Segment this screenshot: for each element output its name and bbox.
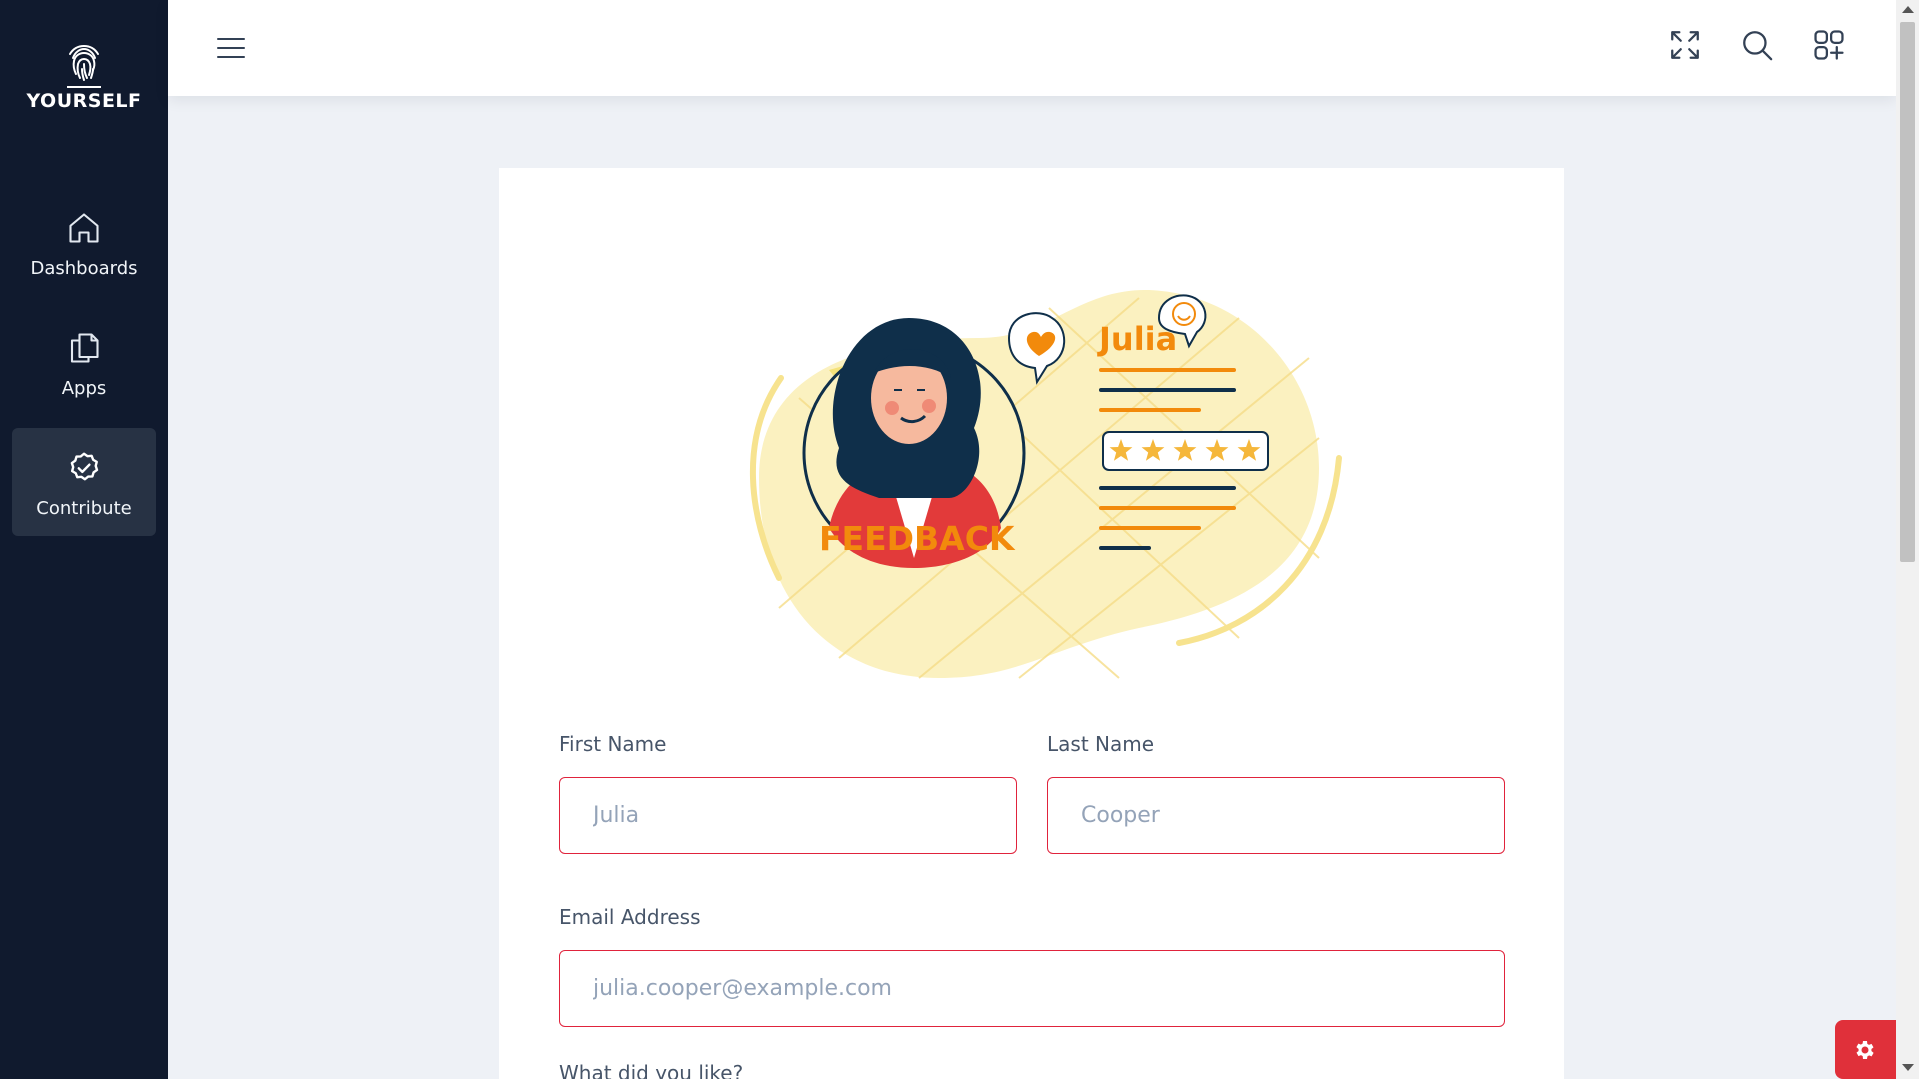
sidebar-item-label: Contribute [36,498,132,519]
brand-name: YOURSELF [26,90,142,112]
apps-menu-button[interactable] [1812,28,1852,68]
sidebar: YOURSELF Dashboards Apps Contribute [0,0,168,1079]
illustration-title: FEEDBACK [819,519,1016,558]
sidebar-item-label: Dashboards [30,258,138,279]
scroll-down-arrow[interactable] [1902,1064,1914,1071]
search-button[interactable] [1740,28,1780,68]
scroll-up-arrow[interactable] [1902,6,1914,13]
fingerprint-icon [69,44,99,81]
feedback-card: Julia FEEDBACK First Name Last Name Emai… [499,168,1564,1079]
brand-logo[interactable]: YOURSELF [0,44,168,112]
apps-add-icon [1814,30,1844,60]
sidebar-item-apps[interactable]: Apps [12,308,156,416]
settings-button[interactable] [1835,1020,1896,1079]
check-circle-icon [70,452,99,481]
illustration-name: Julia [1097,320,1177,358]
hamburger-menu-icon [217,38,245,58]
fullscreen-button[interactable] [1668,28,1708,68]
first-name-label: First Name [559,732,667,756]
liked-label: What did you like? [559,1061,744,1079]
scroll-thumb[interactable] [1900,22,1915,562]
feedback-illustration: Julia FEEDBACK [749,289,1342,679]
sidebar-item-label: Apps [61,378,107,399]
top-header [168,0,1896,96]
gear-icon [1856,1041,1874,1059]
email-label: Email Address [559,905,701,929]
sidebar-item-dashboards[interactable]: Dashboards [12,188,156,296]
home-icon [69,213,99,243]
copy-icon [70,333,99,363]
brand-underline [67,86,101,88]
search-icon [1743,31,1773,61]
first-name-field[interactable] [559,777,1017,854]
sidebar-item-contribute[interactable]: Contribute [12,428,156,536]
email-field[interactable] [559,950,1505,1027]
last-name-label: Last Name [1047,732,1155,756]
menu-toggle-button[interactable] [216,28,256,68]
last-name-field[interactable] [1047,777,1505,854]
fullscreen-icon [1671,31,1699,59]
page-scrollbar[interactable] [1896,0,1919,1079]
